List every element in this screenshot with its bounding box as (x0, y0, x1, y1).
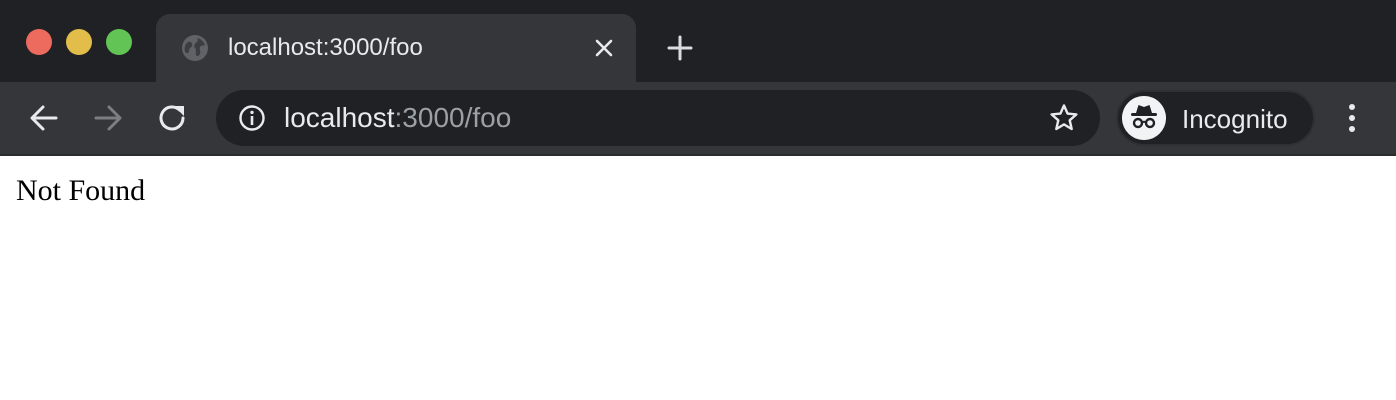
arrow-right-icon[interactable] (88, 98, 128, 138)
arrow-left-icon[interactable] (24, 98, 64, 138)
incognito-profile-button[interactable]: Incognito (1116, 90, 1315, 146)
reload-icon[interactable] (152, 98, 192, 138)
url-host: localhost (284, 102, 395, 133)
tab-active[interactable]: localhost:3000/foo (156, 14, 636, 82)
tab-strip: localhost:3000/foo (0, 0, 1396, 82)
url-text[interactable]: localhost:3000/foo (284, 102, 511, 134)
window-minimize-button[interactable] (66, 29, 92, 55)
incognito-icon (1122, 96, 1166, 140)
star-icon[interactable] (1048, 102, 1080, 134)
close-icon[interactable] (592, 36, 616, 60)
more-vertical-icon[interactable] (1336, 98, 1368, 138)
tab-title: localhost:3000/foo (228, 34, 423, 61)
info-icon[interactable] (238, 104, 266, 132)
toolbar: localhost:3000/foo Incognito (0, 82, 1396, 154)
not-found-message: Not Found (16, 174, 146, 207)
page-content: Not Found (0, 156, 1396, 400)
incognito-label: Incognito (1182, 104, 1288, 134)
window-close-button[interactable] (26, 29, 52, 55)
window-zoom-button[interactable] (106, 29, 132, 55)
url-path: :3000/foo (394, 102, 512, 133)
globe-icon (182, 35, 208, 61)
new-tab-button[interactable] (664, 32, 696, 64)
address-bar[interactable]: localhost:3000/foo (216, 90, 1100, 146)
